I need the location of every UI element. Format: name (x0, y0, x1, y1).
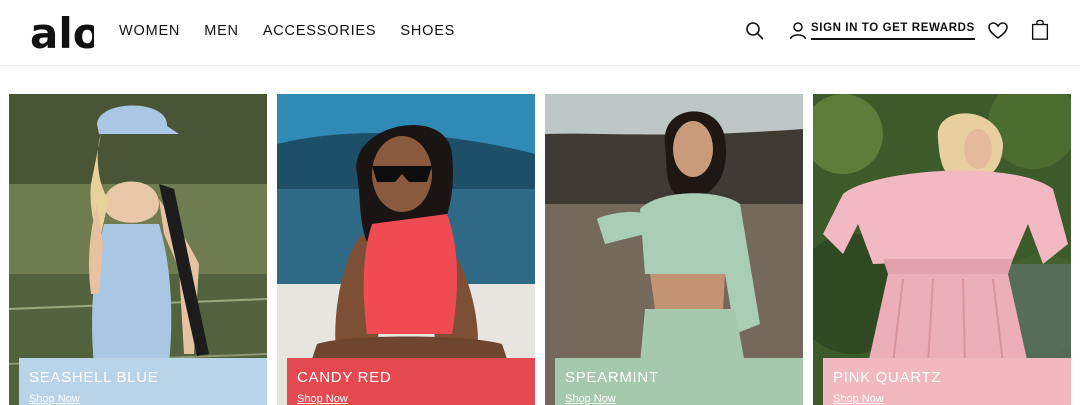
color-collection-grid: SEASHELL BLUE Shop Now CANDY RED Shop No… (9, 94, 1071, 405)
alo-logo[interactable]: alo (30, 8, 94, 54)
nav-item-accessories[interactable]: ACCESSORIES (263, 23, 377, 39)
shop-now-link[interactable]: Shop Now (565, 393, 803, 405)
user-icon (789, 22, 807, 40)
nav-item-men[interactable]: MEN (204, 23, 239, 39)
product-color-name: SPEARMINT (565, 369, 659, 386)
product-caption: PINK QUARTZ Shop Now (823, 358, 1071, 405)
product-color-name: PINK QUARTZ (833, 369, 942, 386)
product-card-seashell-blue[interactable]: SEASHELL BLUE Shop Now (9, 94, 267, 405)
site-header: alo WOMEN MEN ACCESSORIES SHOES SIGN IN … (0, 0, 1080, 66)
svg-text:alo: alo (30, 9, 94, 54)
nav-item-women[interactable]: WOMEN (119, 23, 180, 39)
product-card-candy-red[interactable]: CANDY RED Shop Now (277, 94, 535, 405)
product-caption: SEASHELL BLUE Shop Now (19, 358, 267, 405)
shopping-bag-icon[interactable] (1029, 19, 1051, 41)
nav-item-shoes[interactable]: SHOES (400, 23, 455, 39)
shop-now-link[interactable]: Shop Now (29, 393, 267, 405)
product-card-spearmint[interactable]: SPEARMINT Shop Now (545, 94, 803, 405)
product-caption: SPEARMINT Shop Now (555, 358, 803, 405)
shop-now-link[interactable]: Shop Now (297, 393, 535, 405)
search-icon[interactable] (744, 20, 766, 42)
product-card-pink-quartz[interactable]: PINK QUARTZ Shop Now (813, 94, 1071, 405)
product-color-name: SEASHELL BLUE (29, 369, 159, 386)
heart-icon[interactable] (987, 20, 1009, 42)
main-nav: WOMEN MEN ACCESSORIES SHOES (119, 23, 479, 39)
sign-in-label: SIGN IN TO GET REWARDS (811, 22, 975, 40)
sign-in-rewards-link[interactable]: SIGN IN TO GET REWARDS (789, 21, 975, 41)
product-caption: CANDY RED Shop Now (287, 358, 535, 405)
product-color-name: CANDY RED (297, 369, 392, 386)
shop-now-link[interactable]: Shop Now (833, 393, 1071, 405)
